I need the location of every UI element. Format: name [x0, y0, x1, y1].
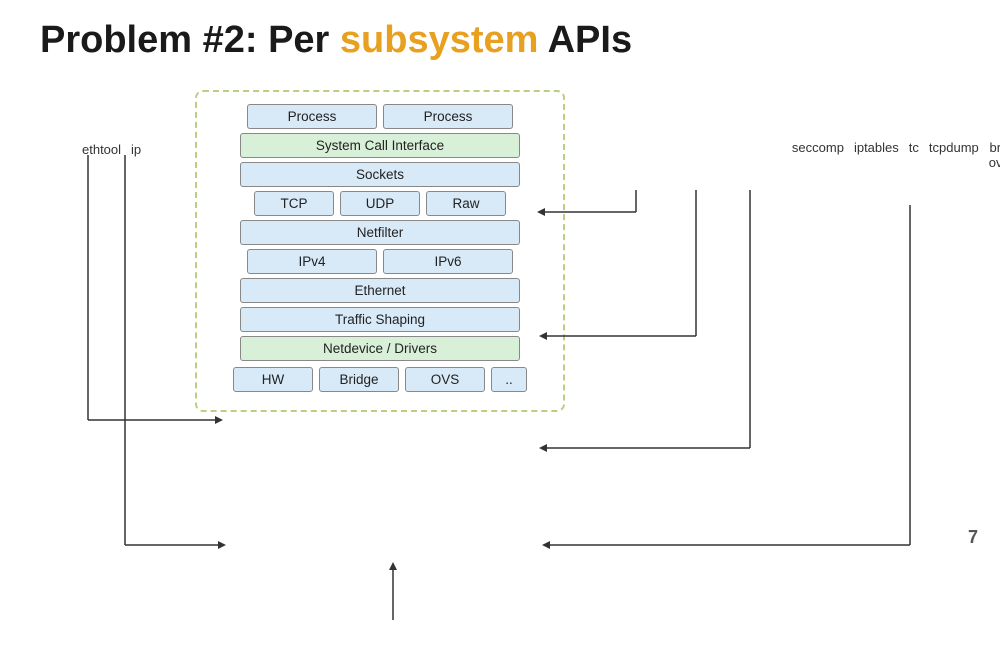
row-netdevice: Netdevice / Drivers [240, 336, 520, 361]
title-highlight: subsystem [340, 19, 539, 61]
slide: Problem #2: Per subsystem APIs ethtool i… [0, 0, 1000, 562]
page-number: 7 [968, 527, 978, 548]
row-tcp-udp-raw: TCP UDP Raw [254, 191, 506, 216]
row-process: Process Process [247, 104, 513, 129]
title-prefix: Problem #2: Per [40, 19, 340, 61]
label-iptables: iptables [854, 140, 899, 155]
row-traffic-shaping: Traffic Shaping [240, 307, 520, 332]
row-ipv4-ipv6: IPv4 IPv6 [247, 249, 513, 274]
label-tcpdump: tcpdump [929, 140, 979, 155]
box-hw: HW [233, 367, 313, 392]
title-suffix: APIs [538, 19, 632, 61]
diagram-wrapper: ethtool ip seccomp iptables tc tcpdump b… [40, 90, 1000, 570]
diagram-box: Process Process System Call Interface So… [195, 90, 565, 412]
row-sockets: Sockets [240, 162, 520, 187]
box-raw: Raw [426, 191, 506, 216]
label-tc: tc [909, 140, 919, 155]
left-labels-top: ethtool ip [82, 142, 141, 157]
box-netfilter: Netfilter [240, 220, 520, 245]
label-ip: ip [131, 142, 141, 157]
box-process-1: Process [247, 104, 377, 129]
box-netdevice: Netdevice / Drivers [240, 336, 520, 361]
row-ethernet: Ethernet [240, 278, 520, 303]
box-ipv6: IPv6 [383, 249, 513, 274]
label-brctl: brctl /ovsctl [989, 140, 1000, 170]
box-bridge: Bridge [319, 367, 399, 392]
box-sockets: Sockets [240, 162, 520, 187]
slide-title: Problem #2: Per subsystem APIs [40, 20, 960, 62]
label-ethtool: ethtool [82, 142, 121, 157]
row-syscall: System Call Interface [240, 133, 520, 158]
row-netfilter: Netfilter [240, 220, 520, 245]
box-ovs: OVS [405, 367, 485, 392]
box-process-2: Process [383, 104, 513, 129]
box-syscall: System Call Interface [240, 133, 520, 158]
box-traffic-shaping: Traffic Shaping [240, 307, 520, 332]
row-hw-bridge-ovs: HW Bridge OVS .. [233, 367, 527, 392]
box-ethernet: Ethernet [240, 278, 520, 303]
label-seccomp: seccomp [792, 140, 844, 155]
box-tcp: TCP [254, 191, 334, 216]
box-dots: .. [491, 367, 527, 392]
right-labels: seccomp iptables tc tcpdump brctl /ovsct… [792, 140, 1000, 170]
box-ipv4: IPv4 [247, 249, 377, 274]
box-udp: UDP [340, 191, 420, 216]
